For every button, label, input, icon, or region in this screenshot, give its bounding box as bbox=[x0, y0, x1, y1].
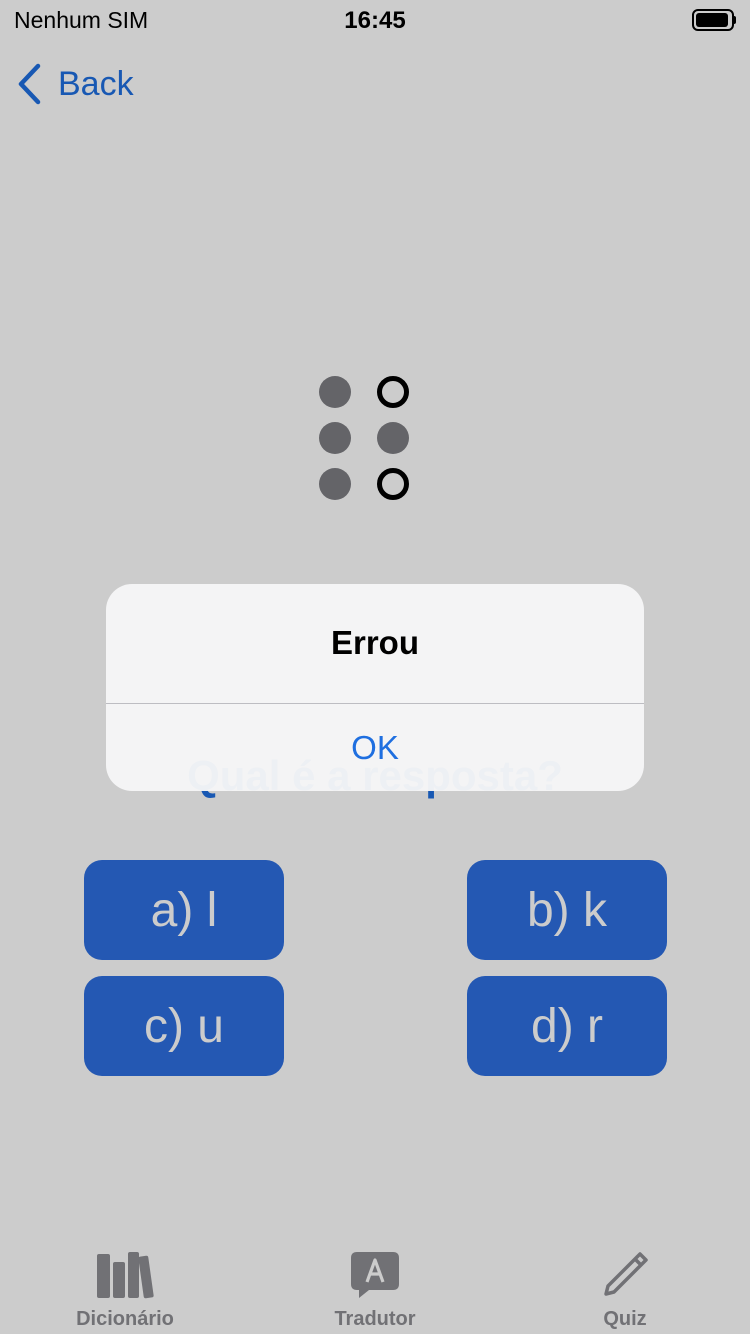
quiz-screen: Nenhum SIM 16:45 Back Qual é a resposta?… bbox=[0, 0, 750, 1334]
alert-title: Errou bbox=[330, 624, 419, 661]
alert-dialog: Errou OK bbox=[106, 584, 644, 791]
alert-ok-button[interactable]: OK bbox=[106, 704, 644, 791]
